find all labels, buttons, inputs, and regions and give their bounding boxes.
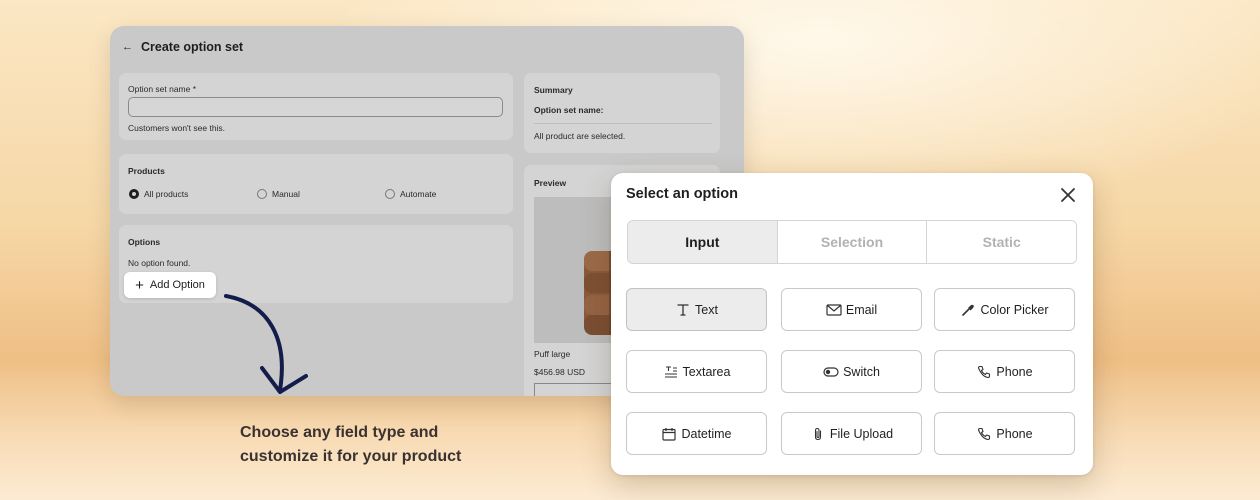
close-icon bbox=[1061, 188, 1075, 202]
caption-line-2: customize it for your product bbox=[240, 448, 462, 465]
products-card: Products All products Manual Automate bbox=[119, 154, 513, 214]
field-label: Phone bbox=[996, 426, 1033, 441]
calendar-icon bbox=[661, 426, 677, 442]
options-empty-text: No option found. bbox=[128, 258, 191, 268]
field-datetime-button[interactable]: Datetime bbox=[626, 412, 767, 455]
field-label: Text bbox=[695, 302, 718, 317]
field-color-picker-button[interactable]: Color Picker bbox=[934, 288, 1075, 331]
plus-icon: + bbox=[135, 276, 144, 294]
modal-title: Select an option bbox=[626, 186, 738, 202]
summary-title: Summary bbox=[534, 85, 573, 95]
field-label: Color Picker bbox=[980, 302, 1049, 317]
radio-manual[interactable]: Manual bbox=[257, 189, 300, 199]
phone-icon bbox=[976, 364, 992, 380]
caption-line-1: Choose any field type and bbox=[240, 424, 439, 441]
eyedropper-icon bbox=[960, 302, 976, 318]
options-title: Options bbox=[128, 237, 161, 247]
tab-selection[interactable]: Selection bbox=[777, 221, 928, 263]
option-type-tabs: Input Selection Static bbox=[627, 220, 1077, 264]
feature-caption: Choose any field type and customize it f… bbox=[240, 421, 530, 469]
field-text-button[interactable]: Text bbox=[626, 288, 767, 331]
add-option-label: Add Option bbox=[149, 279, 205, 291]
preview-product-price: $456.98 USD bbox=[534, 367, 586, 377]
back-arrow-icon[interactable]: ← bbox=[122, 41, 133, 53]
option-set-name-card: Option set name * Customers won't see th… bbox=[119, 73, 513, 140]
preview-field-box bbox=[534, 383, 614, 396]
close-button[interactable] bbox=[1059, 186, 1077, 204]
summary-card: Summary Option set name: All product are… bbox=[524, 73, 720, 153]
field-label: Datetime bbox=[681, 426, 732, 441]
page-title: Create option set bbox=[141, 40, 244, 54]
field-label: Phone bbox=[996, 364, 1033, 379]
option-set-name-input[interactable] bbox=[128, 97, 503, 117]
tab-static[interactable]: Static bbox=[927, 221, 1076, 263]
field-label: Switch bbox=[843, 364, 880, 379]
field-email-button[interactable]: Email bbox=[781, 288, 922, 331]
tab-input[interactable]: Input bbox=[628, 221, 778, 263]
textarea-icon bbox=[663, 364, 679, 380]
radio-label: Manual bbox=[272, 189, 300, 199]
option-set-name-help: Customers won't see this. bbox=[128, 123, 226, 133]
summary-selection-text: All product are selected. bbox=[534, 131, 626, 141]
field-phone-button[interactable]: Phone bbox=[934, 350, 1075, 393]
text-type-icon bbox=[675, 302, 691, 318]
preview-product-name: Puff large bbox=[534, 349, 571, 359]
envelope-icon bbox=[826, 302, 842, 318]
curved-arrow-icon bbox=[224, 294, 308, 394]
radio-unselected-icon bbox=[385, 189, 395, 199]
field-file-upload-button[interactable]: File Upload bbox=[781, 412, 922, 455]
radio-label: Automate bbox=[400, 189, 437, 199]
radio-unselected-icon bbox=[257, 189, 267, 199]
field-label: Textarea bbox=[682, 364, 731, 379]
radio-automate[interactable]: Automate bbox=[385, 189, 436, 199]
option-set-name-label: Option set name * bbox=[128, 84, 197, 94]
radio-label: All products bbox=[144, 189, 189, 199]
field-switch-button[interactable]: Switch bbox=[781, 350, 922, 393]
field-label: File Upload bbox=[829, 426, 894, 441]
summary-name-label: Option set name: bbox=[534, 105, 604, 115]
summary-divider bbox=[534, 123, 712, 124]
products-title: Products bbox=[128, 166, 165, 176]
select-option-modal: Select an option Input Selection Static … bbox=[611, 173, 1093, 475]
page-header: ← Create option set bbox=[122, 40, 243, 54]
radio-all-products[interactable]: All products bbox=[129, 189, 188, 199]
field-textarea-button[interactable]: Textarea bbox=[626, 350, 767, 393]
field-label: Email bbox=[845, 302, 878, 317]
preview-title: Preview bbox=[534, 178, 567, 188]
add-option-button[interactable]: + Add Option bbox=[124, 272, 216, 298]
phone-icon bbox=[976, 426, 992, 442]
radio-selected-icon bbox=[129, 189, 139, 199]
toggle-icon bbox=[823, 364, 839, 380]
paperclip-icon bbox=[810, 426, 826, 442]
field-phone-button-2[interactable]: Phone bbox=[934, 412, 1075, 455]
